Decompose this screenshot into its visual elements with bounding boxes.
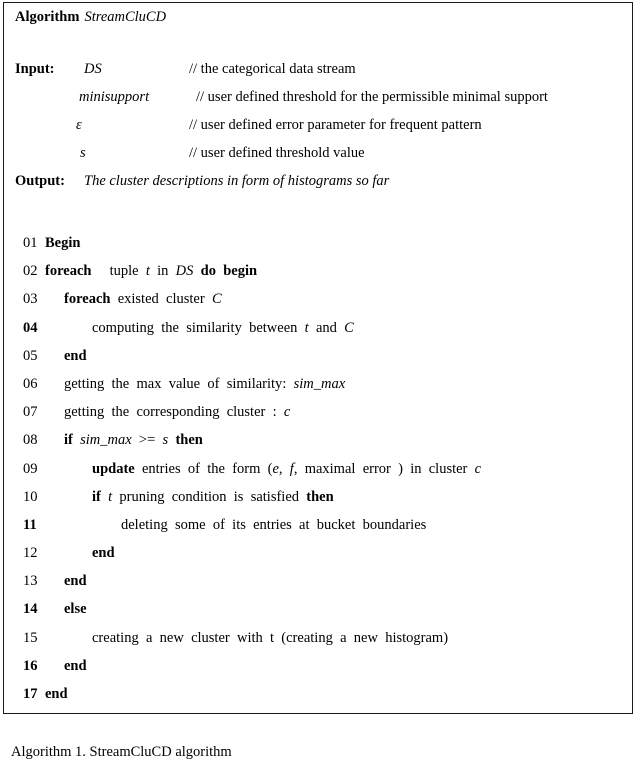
code-line-number: 11 (23, 516, 37, 533)
algorithm-title-keyword: Algorithm (15, 9, 80, 25)
code-line-number: 04 (23, 319, 38, 336)
code-line: 05 end (4, 348, 634, 376)
code-line-text: if t pruning condition is satisfied then (92, 488, 334, 505)
input-param-minisupport: minisupport (79, 89, 150, 105)
code-line-number: 03 (23, 291, 38, 308)
code-line-text: foreach tuple t in DS do begin (45, 263, 258, 280)
code-line-number: 14 (23, 601, 38, 618)
figure-caption: Algorithm 1. StreamCluCD algorithm (11, 744, 232, 760)
code-line-text: end (45, 686, 68, 702)
io-row-input-minisupport: minisupport // user defined threshold fo… (4, 89, 634, 117)
code-line: 02 foreach tuple t in DS do begin (4, 263, 634, 291)
output-value: The cluster descriptions in form of hist… (84, 173, 390, 189)
code-line: 10 if t pruning condition is satisfied th… (4, 489, 634, 517)
io-row-input-s: s // user defined threshold value (4, 145, 634, 173)
code-line: 13 end (4, 573, 634, 601)
code-line: 08 if sim_max >= s then (4, 432, 634, 460)
io-row-input-ds: Input: DS // the categorical data stream (4, 61, 634, 89)
code-line-text: creating a new cluster with t (creating … (92, 629, 449, 646)
input-comment-s: // user defined threshold value (189, 145, 365, 161)
algorithm-box: Algorithm StreamCluCD Input: DS // the ca… (3, 2, 633, 714)
input-comment-epsilon: // user defined error parameter for freq… (189, 117, 482, 133)
code-line: 12 end (4, 545, 634, 573)
algorithm-code-block: 01 Begin 02 foreach tuple t in DS do begin… (4, 235, 634, 714)
code-line-text: update entries of the form (e, f, maxima… (92, 460, 482, 477)
code-line-number: 08 (23, 432, 38, 449)
code-line-text: Begin (45, 235, 81, 251)
code-line: 16 end (4, 658, 634, 686)
output-label: Output: (15, 173, 65, 189)
io-row-output: Output: The cluster descriptions in form… (4, 173, 634, 201)
code-line-text: end (64, 657, 87, 674)
code-line-number: 09 (23, 460, 38, 477)
code-line-number: 16 (23, 657, 38, 674)
code-line-text: deleting some of its entries at bucket b… (121, 516, 427, 533)
code-line-text: getting the corresponding cluster : c (64, 404, 291, 421)
code-line-number: 15 (23, 629, 38, 646)
code-line: 03 foreach existed cluster C (4, 291, 634, 319)
code-line-number: 12 (23, 545, 38, 562)
code-line-text: if sim_max >= s then (64, 432, 203, 449)
input-param-epsilon: ε (76, 117, 82, 133)
code-line: 14 else (4, 601, 634, 629)
code-line-number: 13 (23, 573, 38, 590)
code-line: 04 computing the similarity between t and… (4, 320, 634, 348)
code-line-number: 10 (23, 488, 38, 505)
code-line: 17 end (4, 686, 634, 714)
code-line-text: getting the max value of similarity: sim… (64, 375, 346, 392)
code-line-number: 07 (23, 404, 38, 421)
code-line: 07 getting the corresponding cluster : c (4, 404, 634, 432)
code-line-text: end (64, 573, 87, 590)
input-label: Input: (15, 61, 55, 77)
input-comment-ds: // the categorical data stream (189, 61, 356, 77)
code-line-number: 06 (23, 375, 38, 392)
algorithm-figure-page: Algorithm StreamCluCD Input: DS // the ca… (0, 0, 640, 762)
code-line-text: else (64, 601, 87, 618)
algorithm-title: Algorithm StreamCluCD (15, 9, 166, 26)
code-line-number: 01 (23, 235, 38, 251)
code-line-number: 05 (23, 347, 38, 364)
input-param-s: s (80, 145, 86, 161)
code-line-text: foreach existed cluster C (64, 291, 222, 308)
algorithm-io-block: Input: DS // the categorical data stream… (4, 61, 634, 201)
code-line-text: end (92, 545, 115, 562)
figure-caption-clip: Algorithm 1. StreamCluCD algorithm (0, 744, 640, 762)
code-line: 15 creating a new cluster with t (creatin… (4, 630, 634, 658)
code-line: 06 getting the max value of similarity: s… (4, 376, 634, 404)
code-line-number: 17 (23, 686, 38, 702)
code-line-number: 02 (23, 263, 38, 280)
code-line: 01 Begin (4, 235, 634, 263)
code-line: 09 update entries of the form (e, f, maxi… (4, 461, 634, 489)
io-row-input-epsilon: ε // user defined error parameter for fr… (4, 117, 634, 145)
algorithm-title-name: StreamCluCD (84, 9, 167, 25)
code-line: 11 deleting some of its entries at bucket… (4, 517, 634, 545)
code-line-text: end (64, 347, 87, 364)
code-line-text: computing the similarity between t and C (92, 319, 354, 336)
input-param-ds: DS (84, 61, 102, 77)
input-comment-minisupport: // user defined threshold for the permis… (196, 89, 548, 105)
